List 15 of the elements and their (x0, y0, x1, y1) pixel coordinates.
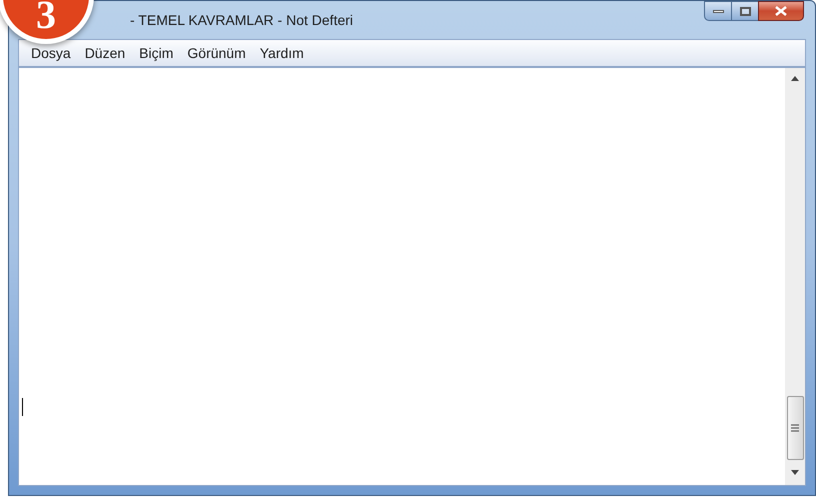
minimize-button[interactable] (704, 1, 732, 21)
grip-icon (791, 424, 799, 432)
scroll-down-arrow-icon (791, 470, 799, 475)
vertical-scrollbar[interactable] (785, 68, 805, 485)
close-icon (775, 6, 787, 16)
maximize-button[interactable] (732, 1, 758, 21)
window-title: - TEMEL KAVRAMLAR - Not Defteri (130, 10, 354, 30)
menu-item[interactable]: Dosya (25, 42, 77, 64)
menu-item[interactable]: Yardım (254, 42, 310, 64)
close-button[interactable] (758, 1, 804, 21)
menu-item[interactable]: Görünüm (181, 42, 252, 64)
scroll-up-arrow-icon (791, 76, 799, 81)
scroll-thumb[interactable] (786, 396, 804, 460)
menu-item[interactable]: Düzen (78, 42, 132, 64)
menu-item[interactable]: Biçim (133, 42, 180, 64)
